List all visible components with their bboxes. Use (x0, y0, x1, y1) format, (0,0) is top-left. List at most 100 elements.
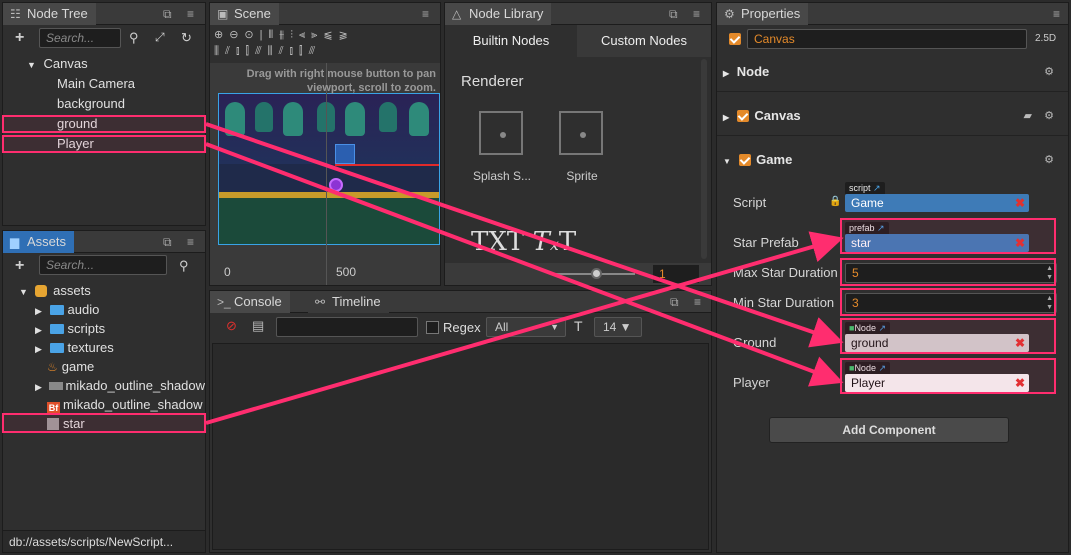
highlight-min-star (840, 288, 1056, 316)
node-library-tabbar: △ Node Library ⧉ ≡ (445, 3, 711, 25)
max-star-duration-label: Max Star Duration (733, 265, 838, 280)
expand-icon[interactable]: ⤢ (155, 30, 165, 45)
tab-properties[interactable]: ⚙ Properties (717, 3, 809, 25)
menu-icon[interactable]: ≡ (694, 291, 701, 313)
tab-node-library[interactable]: △ Node Library (445, 3, 552, 25)
triangle-right-icon: ▶ (723, 113, 730, 122)
scene-viewport[interactable]: Drag with right mouse button to pan view… (210, 63, 440, 285)
asset-scene-game[interactable]: ♨ game (47, 357, 94, 377)
clear-icon[interactable]: ✖ (1015, 194, 1025, 212)
menu-icon[interactable]: ≡ (187, 231, 194, 253)
asset-folder-scripts[interactable]: ▶ scripts (35, 319, 105, 339)
zoom-tools-row[interactable]: ⊕⊖⊙|⫴⫵⫶⫷⫸⫹⫺ (214, 27, 438, 43)
tab-timeline[interactable]: ⚯ Timeline (308, 291, 389, 313)
game-enabled-checkbox[interactable] (738, 154, 751, 166)
tab-builtin-nodes[interactable]: Builtin Nodes (445, 25, 577, 57)
tree-item-background[interactable]: background (57, 94, 125, 114)
node-tree-tabbar: ☷ Node Tree ⧉ ≡ (3, 3, 205, 25)
node-item-splash[interactable]: Splash S... (467, 111, 537, 191)
log-level-value: All (495, 320, 509, 334)
zoom-value[interactable]: 1 (653, 265, 699, 283)
menu-icon[interactable]: ≡ (422, 3, 429, 25)
search-icon[interactable]: ⚲ (129, 30, 139, 46)
tab-console[interactable]: >_ Console (210, 291, 290, 313)
node-active-checkbox[interactable] (729, 33, 741, 45)
gear-icon[interactable]: ⚙ (1044, 149, 1054, 171)
distribute-tools-row[interactable]: ⫼⫽⫾⫿⫻⫼⫽⫾⫿⫻ (214, 43, 438, 59)
asset-label: assets (53, 283, 91, 298)
book-icon[interactable]: ▰ (1024, 105, 1032, 127)
tab-console-label: Console (234, 294, 282, 309)
section-canvas-header[interactable]: ▶ Canvas ▰ ⚙ (717, 105, 1068, 127)
section-label: Node (736, 64, 770, 79)
folder-icon (49, 343, 64, 353)
add-node-button[interactable]: + (15, 29, 24, 47)
node-name-input[interactable]: Canvas (747, 29, 1027, 49)
maximize-icon[interactable]: ⧉ (163, 231, 172, 253)
node-search-input[interactable]: Search... (39, 28, 121, 48)
zoom-slider-knob[interactable] (591, 268, 602, 279)
folder-icon (49, 324, 64, 334)
section-renderer: Renderer (461, 73, 524, 90)
external-link-icon[interactable]: ↗ (873, 183, 881, 193)
section-game-header[interactable]: ▼ Game ⚙ (717, 149, 1068, 171)
x-axis-gizmo (335, 164, 439, 166)
tab-node-tree[interactable]: ☷ Node Tree (3, 3, 96, 25)
ground-fill (219, 198, 439, 244)
timeline-icon: ⚯ (315, 295, 326, 309)
tab-custom-nodes[interactable]: Custom Nodes (577, 25, 711, 57)
triangle-right-icon: ▶ (35, 325, 42, 335)
menu-icon[interactable]: ≡ (187, 3, 194, 25)
placeholder-icon (559, 111, 603, 155)
selected-node-box (335, 144, 355, 164)
triangle-down-icon: ▼ (723, 157, 731, 166)
console-log-area[interactable] (212, 343, 709, 550)
asset-folder-audio[interactable]: ▶ audio (35, 300, 99, 320)
assets-tabbar: ▆ Assets ⧉ ≡ (3, 231, 205, 253)
canvas-enabled-checkbox[interactable] (736, 110, 749, 122)
tree-item-canvas[interactable]: ▼ Canvas (27, 54, 88, 74)
folder-icon: ▆ (10, 235, 20, 249)
highlight-star-prefab (840, 218, 1056, 254)
section-node-header[interactable]: ▶ Node ⚙ (717, 61, 1068, 83)
tab-assets[interactable]: ▆ Assets (3, 231, 75, 253)
asset-font-shadow-2[interactable]: Bf mikado_outline_shadow (47, 395, 202, 415)
log-level-select[interactable]: All ▼ (486, 317, 566, 337)
scrollbar[interactable] (701, 59, 707, 259)
image-icon: ▣ (217, 7, 229, 21)
node-tree-panel: ☷ Node Tree ⧉ ≡ + Search... ⚲ ⤢ ↻ ▼ Canv… (2, 2, 206, 226)
document-icon[interactable]: ▤ (252, 318, 264, 334)
script-label: Script (733, 195, 767, 210)
divider (717, 135, 1068, 136)
tree-item-main-camera[interactable]: Main Camera (57, 74, 135, 94)
maximize-icon[interactable]: ⧉ (669, 3, 678, 25)
tag-label: script (849, 183, 871, 193)
clear-icon[interactable]: ⊘ (226, 318, 237, 334)
gear-icon[interactable]: ⚙ (1044, 61, 1054, 83)
asset-label: audio (67, 302, 100, 317)
font-size-select[interactable]: 14 ▼ (594, 317, 642, 337)
console-tabbar: >_ Console ⚯ Timeline ⧉ ≡ (210, 291, 711, 313)
console-filter-input[interactable] (276, 317, 418, 337)
search-icon[interactable]: ⚲ (179, 258, 189, 274)
add-asset-button[interactable]: + (15, 257, 24, 275)
gear-icon[interactable]: ⚙ (1044, 105, 1054, 127)
asset-root[interactable]: ▼ assets (19, 281, 91, 301)
maximize-icon[interactable]: ⧉ (163, 3, 172, 25)
tab-scene[interactable]: ▣ Scene (210, 3, 279, 25)
regex-checkbox[interactable] (426, 321, 439, 334)
triangle-right-icon: ▶ (35, 344, 42, 354)
maximize-icon[interactable]: ⧉ (670, 291, 679, 313)
menu-icon[interactable]: ≡ (693, 3, 700, 25)
triangle-down-icon: ▼ (19, 287, 28, 297)
node-item-sprite[interactable]: Sprite (547, 111, 617, 191)
asset-search-input[interactable]: Search... (39, 255, 167, 275)
add-component-button[interactable]: Add Component (769, 417, 1009, 443)
node-library-panel: △ Node Library ⧉ ≡ Builtin Nodes Custom … (444, 2, 712, 286)
asset-folder-textures[interactable]: ▶ textures (35, 338, 114, 358)
script-field[interactable]: Game ✖ (845, 194, 1029, 212)
menu-icon[interactable]: ≡ (1053, 3, 1060, 25)
refresh-icon[interactable]: ↻ (181, 30, 192, 46)
mode-label[interactable]: 2.5D (1035, 33, 1056, 44)
asset-font-shadow-1[interactable]: ▶ mikado_outline_shadow (35, 376, 205, 396)
